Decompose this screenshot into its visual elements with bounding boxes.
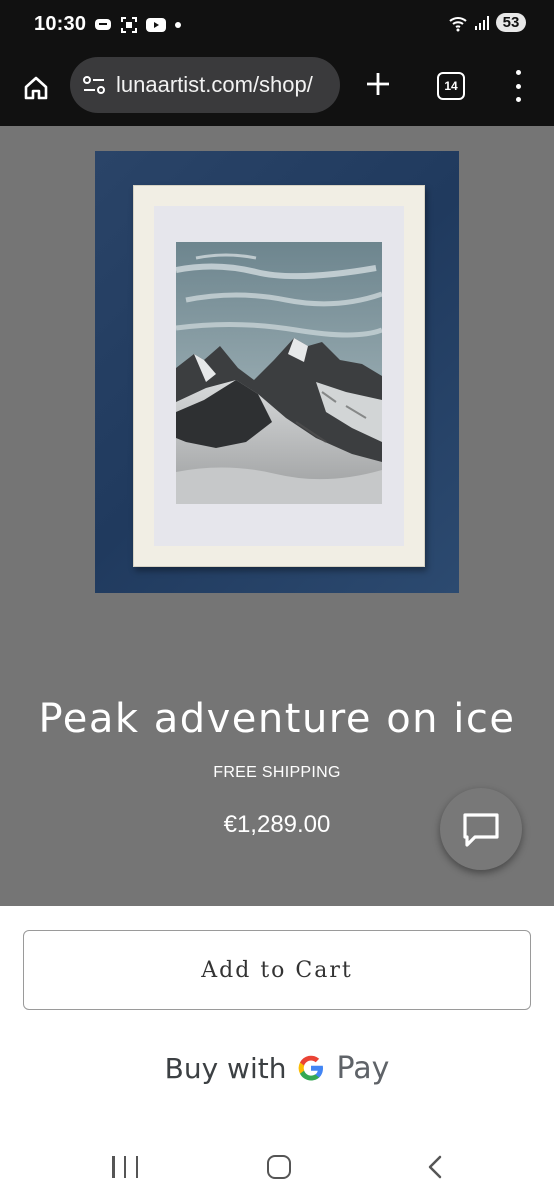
message-icon xyxy=(95,19,111,30)
picture-frame xyxy=(133,185,425,567)
more-vert-icon[interactable] xyxy=(508,68,528,104)
purchase-actions: Add to Cart Buy with Pay xyxy=(0,906,554,1134)
plus-icon xyxy=(367,73,389,95)
shipping-label: FREE SHIPPING xyxy=(213,764,341,781)
status-time: 10:30 xyxy=(34,13,87,35)
address-bar[interactable]: lunaartist.com/shop/ xyxy=(70,57,340,113)
signal-icon xyxy=(475,15,489,30)
add-to-cart-button[interactable]: Add to Cart xyxy=(23,930,531,1010)
browser-toolbar: lunaartist.com/shop/ 14 xyxy=(0,52,554,126)
system-nav-bar xyxy=(0,1134,554,1200)
back-icon[interactable] xyxy=(424,1154,448,1180)
mountain-painting xyxy=(176,242,382,504)
google-pay-button[interactable]: Buy with Pay xyxy=(0,1046,554,1090)
system-icons: 53 xyxy=(448,13,526,32)
chat-bubble-icon xyxy=(463,813,499,847)
product-title: Peak adventure on ice xyxy=(38,696,516,742)
notification-icons xyxy=(94,16,182,34)
home-icon xyxy=(24,76,48,100)
product-page: Peak adventure on ice FREE SHIPPING €1,2… xyxy=(0,126,554,906)
buy-with-label: Buy with xyxy=(164,1051,287,1085)
google-g-icon xyxy=(299,1055,324,1081)
tab-count: 14 xyxy=(444,79,458,93)
recents-icon[interactable] xyxy=(112,1156,138,1178)
pay-label: Pay xyxy=(336,1050,390,1086)
new-tab-button[interactable] xyxy=(362,68,394,100)
product-image[interactable] xyxy=(95,151,459,593)
chat-button[interactable] xyxy=(440,788,522,870)
tab-switcher-button[interactable]: 14 xyxy=(437,72,465,100)
battery-indicator: 53 xyxy=(496,13,526,32)
site-info-icon[interactable] xyxy=(82,74,106,96)
screenshot-icon xyxy=(121,17,137,33)
url-text[interactable]: lunaartist.com/shop/ xyxy=(116,72,313,98)
frame-mat xyxy=(154,206,404,546)
home-button[interactable] xyxy=(18,70,54,106)
dot-icon xyxy=(175,22,181,28)
status-bar: 10:30 53 xyxy=(0,0,554,52)
wifi-icon xyxy=(449,16,467,31)
home-nav-icon[interactable] xyxy=(267,1155,291,1179)
youtube-icon xyxy=(146,18,166,32)
